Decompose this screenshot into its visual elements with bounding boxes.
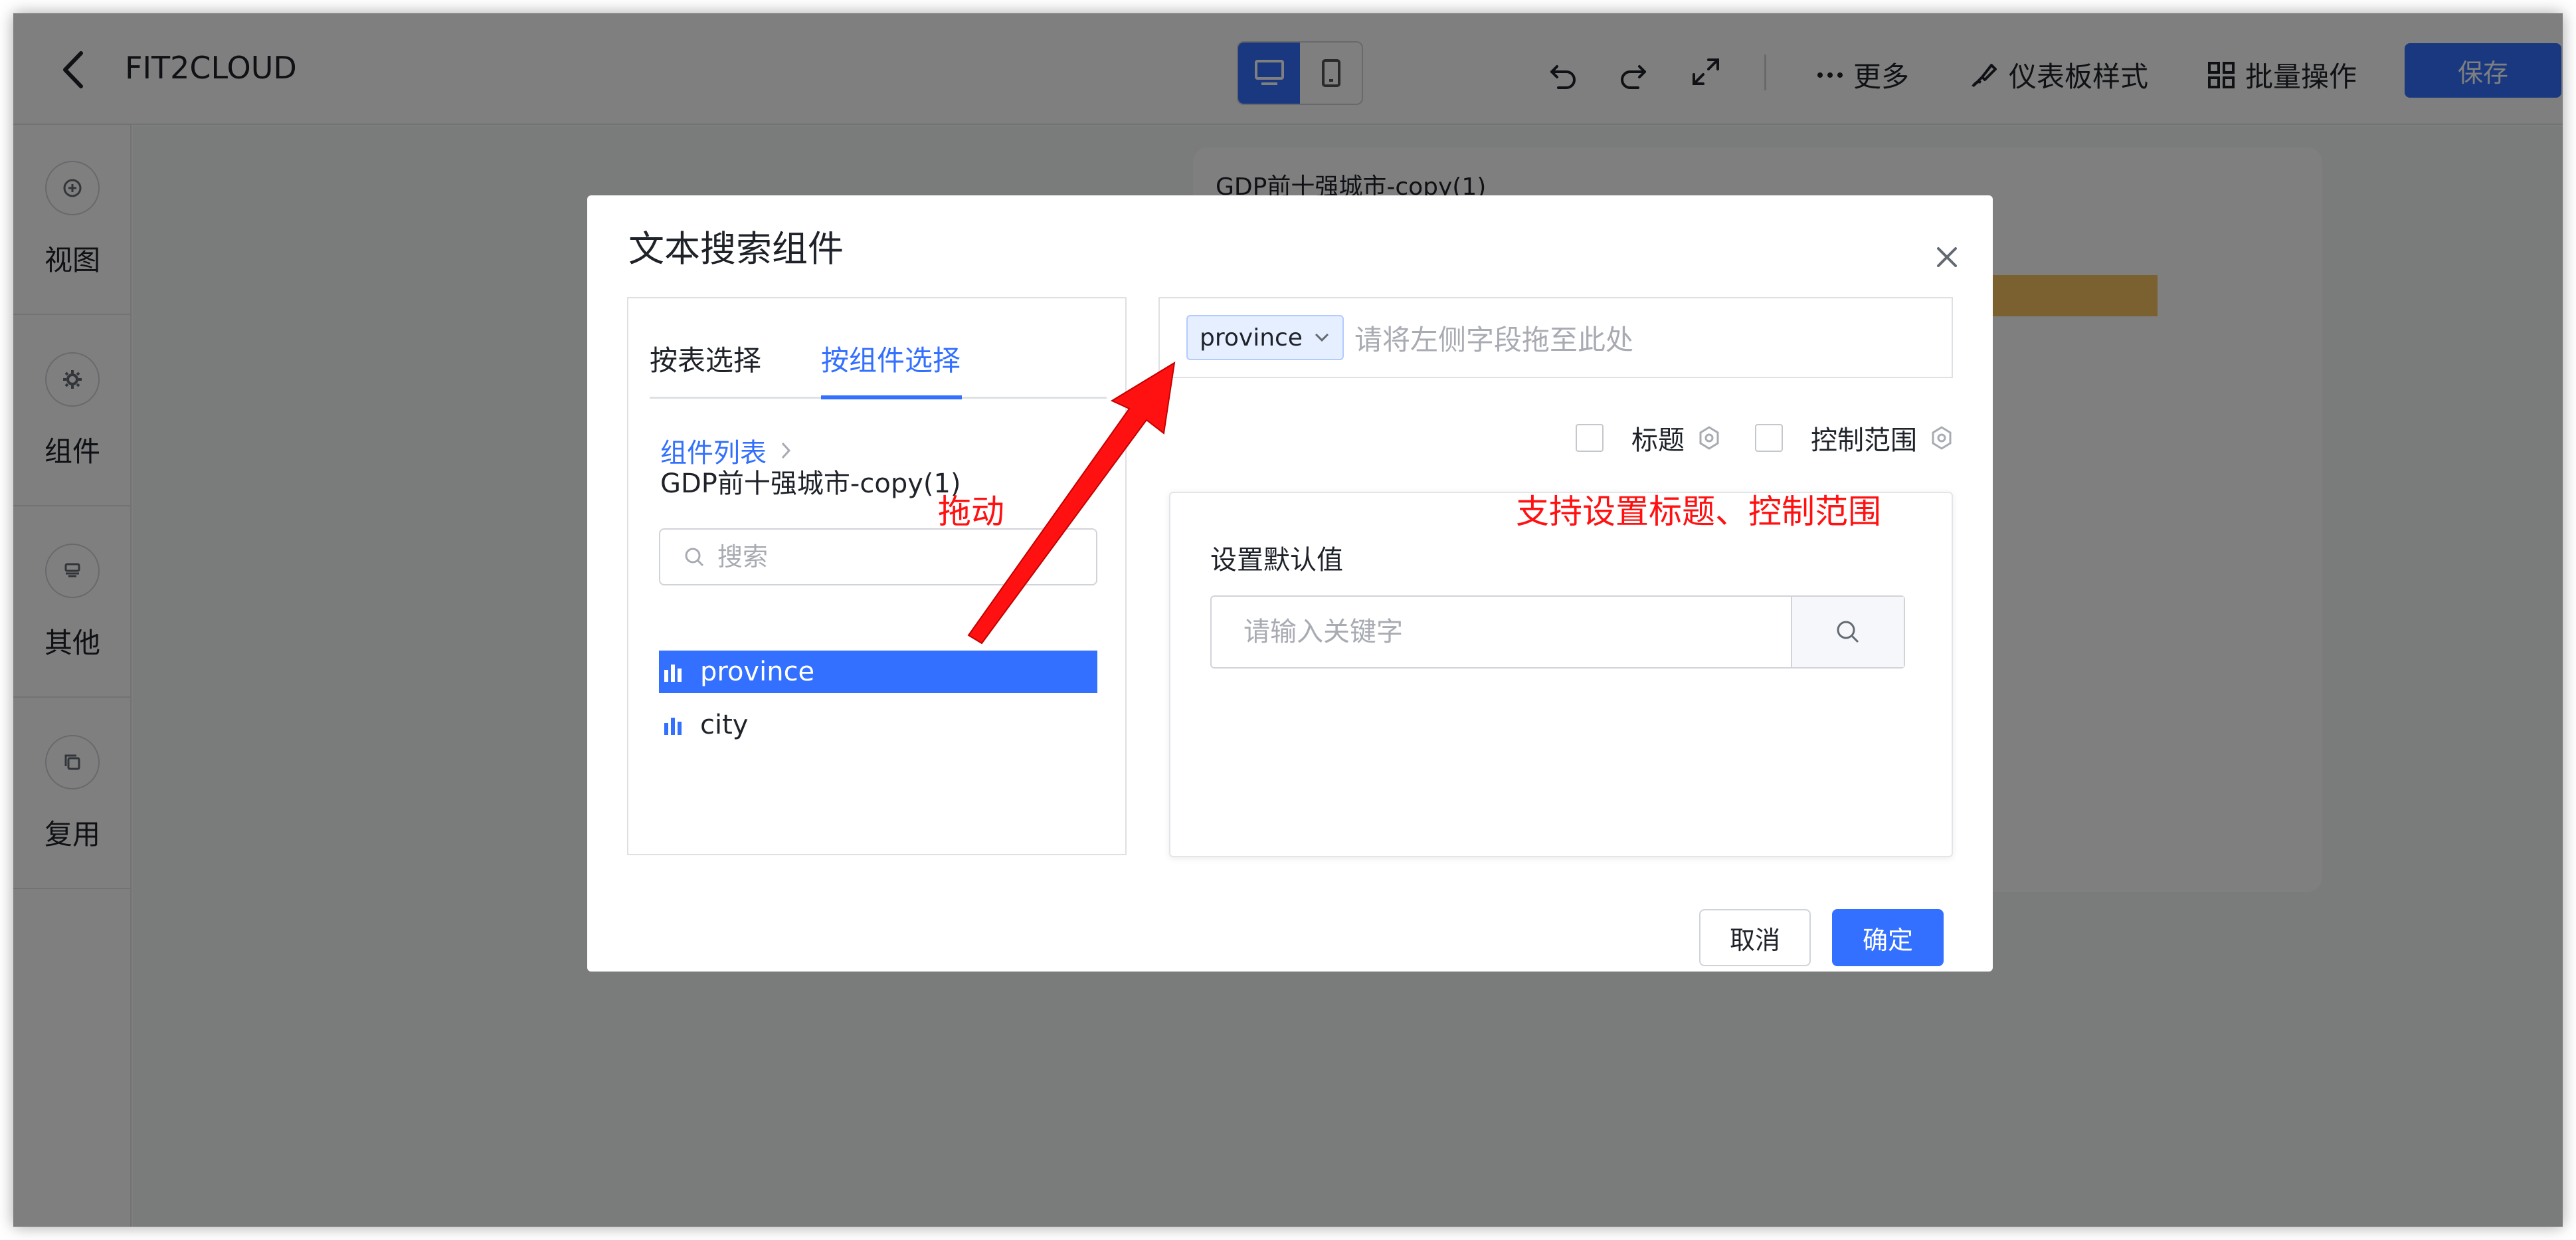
scope-option-label: 控制范围 xyxy=(1811,425,1917,456)
chevron-right-icon xyxy=(781,442,791,459)
scope-option[interactable]: 控制范围 xyxy=(1755,419,1954,457)
tab-by-component[interactable]: 按组件选择 xyxy=(821,338,961,379)
field-name: city xyxy=(700,710,749,740)
field-item-province[interactable]: province xyxy=(659,651,1097,693)
field-name: province xyxy=(700,657,815,687)
settings-icon[interactable] xyxy=(1929,425,1954,451)
screenshot-frame: FIT2CLOUD xyxy=(13,13,2563,1227)
confirm-button[interactable]: 确定 xyxy=(1832,909,1944,966)
settings-icon[interactable] xyxy=(1697,425,1722,451)
field-search xyxy=(659,528,1097,585)
close-icon[interactable] xyxy=(1930,241,1964,274)
drop-placeholder: 请将左侧字段拖至此处 xyxy=(1354,323,1633,356)
chevron-down-icon xyxy=(1315,333,1329,342)
dropped-field-label: province xyxy=(1200,324,1303,352)
tab-by-table[interactable]: 按表选择 xyxy=(650,338,761,379)
field-search-input[interactable] xyxy=(717,542,1050,571)
drag-annotation: 拖动 xyxy=(938,492,1004,531)
bar-chart-icon xyxy=(664,718,682,735)
text-search-dialog: 文本搜索组件 按表选择 按组件选择 组件列表 GDP前十强城市-copy(1) xyxy=(587,195,1993,972)
scope-checkbox[interactable] xyxy=(1755,424,1783,452)
title-checkbox[interactable] xyxy=(1576,424,1604,452)
bar-chart-icon xyxy=(664,665,682,682)
keyword-search-button[interactable] xyxy=(1791,597,1904,667)
cancel-button[interactable]: 取消 xyxy=(1699,909,1811,966)
field-source-panel: 按表选择 按组件选择 组件列表 GDP前十强城市-copy(1) 搜索 prov… xyxy=(627,297,1127,855)
default-value-card: 设置默认值 xyxy=(1169,492,1953,857)
dropped-field-tag[interactable]: province xyxy=(1186,315,1344,360)
search-icon xyxy=(1837,621,1859,643)
active-tab-indicator xyxy=(821,395,962,399)
breadcrumb-current: GDP前十强城市-copy(1) xyxy=(660,468,961,499)
search-icon xyxy=(685,548,704,567)
title-option-label: 标题 xyxy=(1631,425,1685,456)
default-value-label: 设置默认值 xyxy=(1210,545,1343,575)
title-option[interactable]: 标题 xyxy=(1576,419,1722,457)
field-item-city[interactable]: city xyxy=(659,704,1097,746)
dialog-title: 文本搜索组件 xyxy=(628,228,844,270)
support-annotation: 支持设置标题、控制范围 xyxy=(1516,492,1881,531)
keyword-input[interactable] xyxy=(1212,617,1791,647)
keyword-search xyxy=(1210,595,1905,669)
field-drop-zone[interactable]: province 请将左侧字段拖至此处 xyxy=(1158,297,1953,378)
